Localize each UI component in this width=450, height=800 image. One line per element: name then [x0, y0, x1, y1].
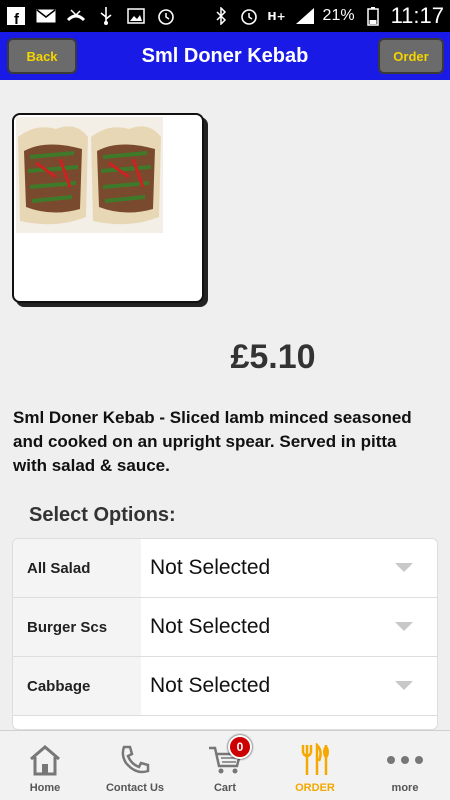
option-select[interactable]: Not Selected — [141, 657, 437, 715]
image-icon — [126, 7, 146, 25]
nav-label: Contact Us — [105, 782, 165, 794]
alarm-status-icon — [239, 7, 259, 25]
header-bar: Back Sml Doner Kebab Order — [0, 32, 450, 80]
option-row[interactable]: Cabbage Not Selected — [13, 657, 437, 716]
cart-count-badge: 0 — [228, 735, 252, 759]
option-row[interactable]: All Salad Not Selected — [13, 539, 437, 598]
kebab-image — [16, 117, 90, 233]
battery-icon — [363, 7, 383, 26]
alarm-icon — [156, 7, 176, 25]
network-type-icon: H+ — [267, 9, 286, 23]
usb-icon — [96, 7, 116, 25]
clock: 11:17 — [390, 3, 444, 28]
option-label: Burger Scs — [13, 598, 141, 656]
battery-percent: 21% — [322, 7, 355, 24]
option-label: All Salad — [13, 539, 141, 597]
dropdown-arrow-icon — [395, 681, 413, 690]
page-title: Sml Doner Kebab — [141, 44, 309, 67]
option-row[interactable]: Burger Scs Not Selected — [13, 598, 437, 657]
option-label: Cabbage — [13, 657, 141, 715]
nav-label: ORDER — [295, 782, 335, 794]
options-list: All Salad Not Selected Burger Scs Not Se… — [12, 538, 438, 730]
facebook-icon: f — [6, 7, 26, 25]
dropdown-arrow-icon — [395, 563, 413, 572]
nav-label: Cart — [213, 782, 236, 794]
phone-icon — [118, 742, 152, 778]
status-bar: f H+ 21% 11:17 — [0, 0, 450, 32]
product-price: £5.10 — [230, 338, 316, 376]
option-select[interactable]: Not Selected — [141, 539, 437, 597]
signal-icon — [295, 7, 315, 25]
nav-label: Home — [29, 782, 61, 794]
nav-more[interactable]: more — [360, 731, 450, 800]
options-title: Select Options: — [29, 504, 176, 526]
home-icon — [28, 742, 62, 778]
nav-order[interactable]: ORDER — [270, 731, 360, 800]
mail-icon — [36, 7, 56, 25]
nav-cart[interactable]: 0 Cart — [180, 731, 270, 800]
bluetooth-icon — [211, 7, 231, 25]
product-description: Sml Doner Kebab - Sliced lamb minced sea… — [13, 408, 412, 475]
nav-label: more — [391, 782, 419, 794]
cutlery-icon — [298, 742, 332, 778]
more-icon — [385, 742, 425, 778]
missed-call-icon — [66, 7, 86, 25]
nav-contact-us[interactable]: Contact Us — [90, 731, 180, 800]
bottom-navigation: Home Contact Us 0 Cart ORDER more — [0, 730, 450, 800]
order-button[interactable]: Order — [378, 38, 444, 74]
kebab-image — [89, 117, 163, 233]
dropdown-arrow-icon — [395, 622, 413, 631]
product-image-card — [12, 113, 204, 303]
back-button[interactable]: Back — [7, 38, 77, 74]
nav-home[interactable]: Home — [0, 731, 90, 800]
option-select[interactable]: Not Selected — [141, 598, 437, 656]
